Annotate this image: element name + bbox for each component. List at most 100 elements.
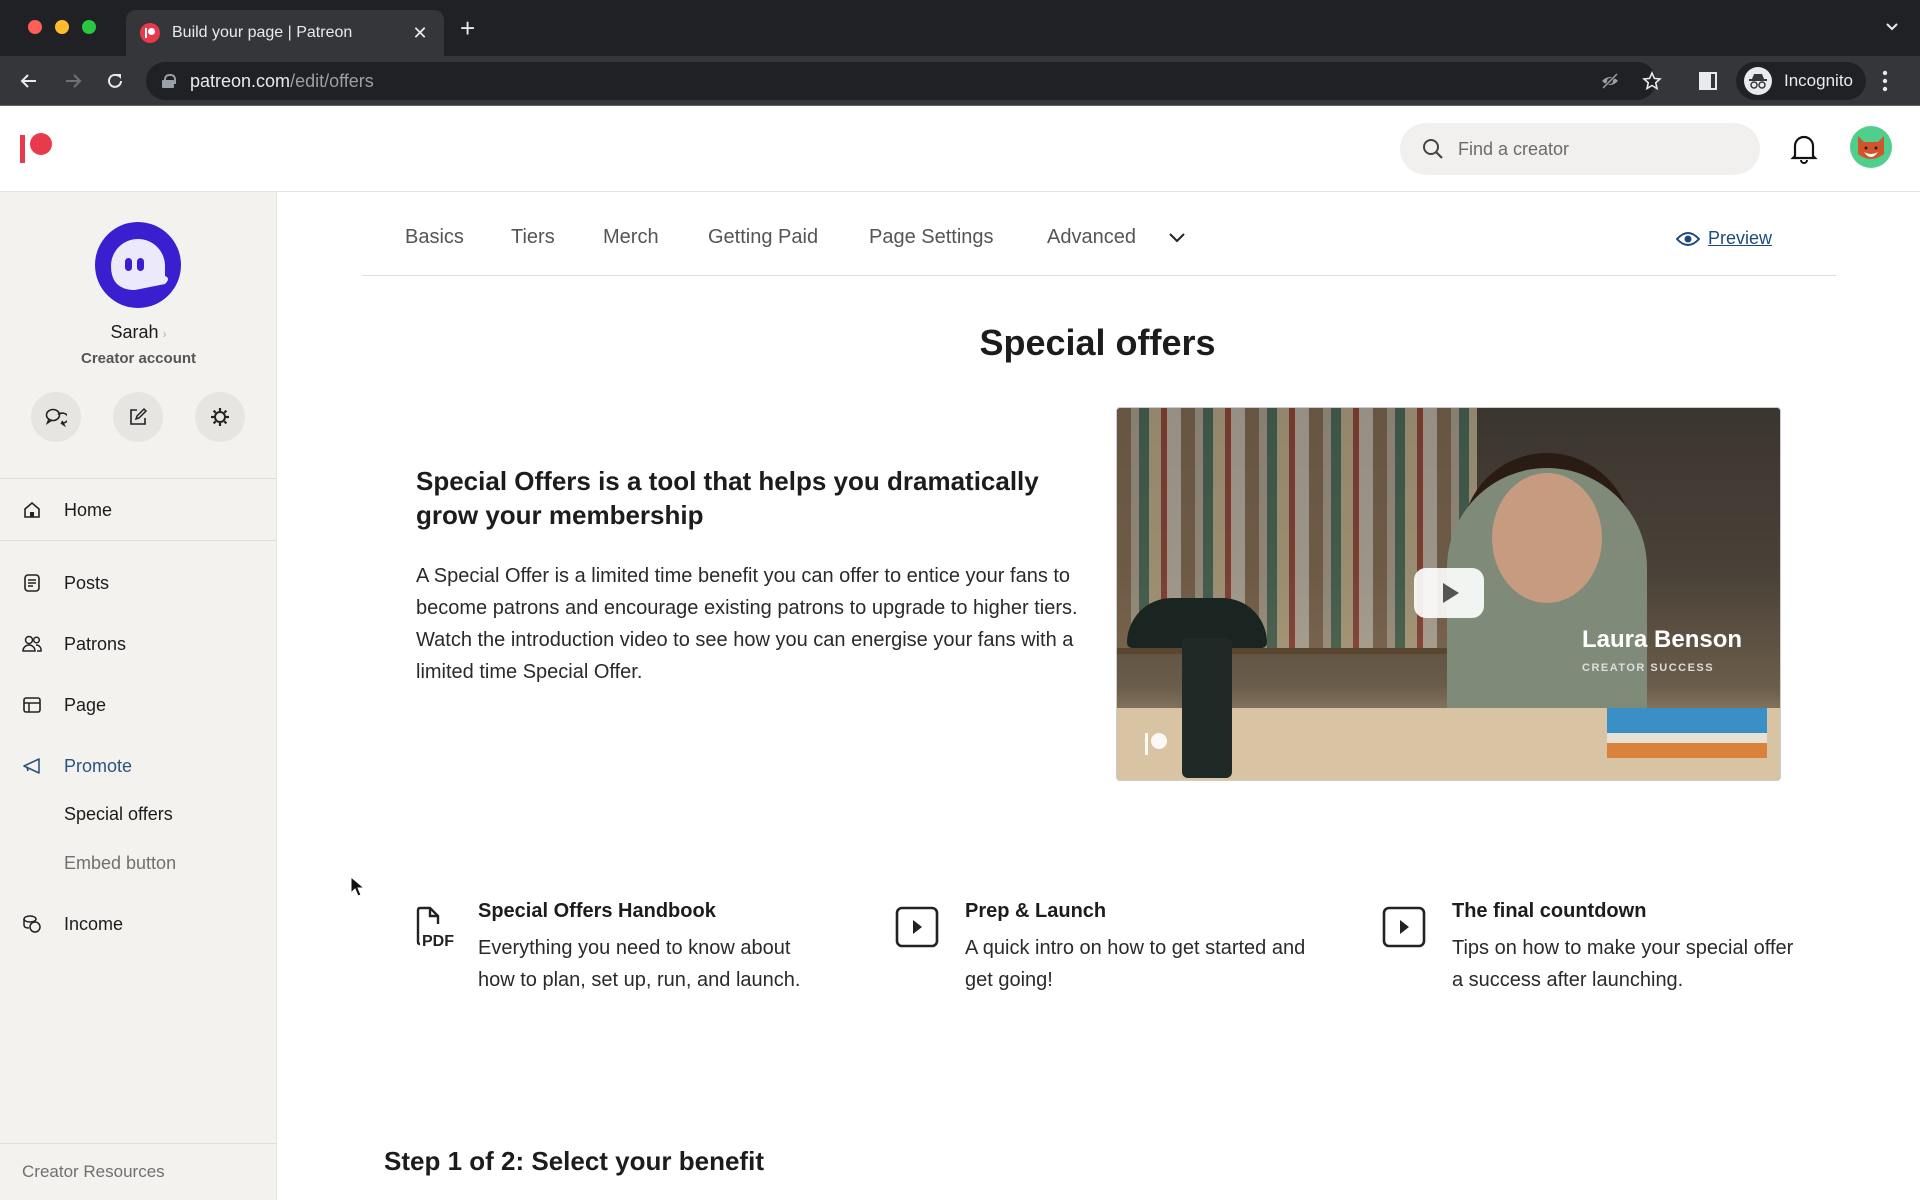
sidebar-divider [0,1143,277,1144]
arrow-right-icon [66,74,82,88]
sidebar-item-label: Patrons [64,633,127,654]
page-title: Special offers [979,322,1216,363]
page-layout-icon [22,695,42,715]
search-input[interactable] [1458,138,1738,160]
creator-resources-link[interactable]: Creator Resources [22,1162,165,1182]
intro-heading: Special Offers is a tool that helps you … [416,466,1039,530]
url-host: patreon.com [190,70,291,91]
page-editor-tabs: Basics Tiers Merch Getting Paid Page Set… [362,192,1836,276]
chevron-down-icon[interactable] [1168,232,1186,244]
bookmark-star-icon[interactable] [1642,71,1662,91]
sidebar-item-patrons[interactable]: Patrons [0,624,277,664]
arrow-left-icon [20,74,36,88]
sidebar-item-promote[interactable]: Promote [0,746,277,786]
eye-slash-icon[interactable] [1600,71,1620,91]
reload-button[interactable] [102,68,128,94]
video-play-icon [895,906,939,948]
tab-basics[interactable]: Basics [405,226,464,249]
create-post-button[interactable] [113,392,163,442]
tab-advanced[interactable]: Advanced [1047,226,1136,249]
resource-title: Prep & Launch [965,900,1107,922]
minimize-window-button[interactable] [55,20,69,34]
close-tab-button[interactable]: ✕ [410,23,430,44]
new-tab-button[interactable]: + [460,15,475,41]
browser-menu-icon[interactable] [1882,70,1888,92]
video-frame-shelf [1117,648,1477,654]
video-play-icon [1382,906,1426,948]
patreon-logo[interactable] [20,133,56,163]
settings-button[interactable] [195,392,245,442]
patrons-icon [22,634,42,654]
resource-description: A quick intro on how to get started and … [965,937,1306,991]
tab-getting-paid[interactable]: Getting Paid [708,226,818,249]
eye-icon [1676,231,1700,246]
tab-title: Build your page | Patreon [172,24,353,41]
coins-icon [22,914,42,934]
tab-merch[interactable]: Merch [603,226,659,249]
megaphone-icon [22,756,42,776]
svg-text:PDF: PDF [422,933,454,950]
sidebar-subitem-special-offers[interactable]: Special offers [64,804,173,825]
messages-button[interactable] [31,392,81,442]
logo-bar [20,135,25,163]
forward-button[interactable] [60,68,86,94]
sidebar-item-label: Posts [64,572,110,593]
sidebar-item-label: Income [64,913,124,934]
home-icon [22,500,42,520]
sidebar-item-page[interactable]: Page [0,685,277,725]
app-header [0,106,1920,192]
tab-page-settings[interactable]: Page Settings [869,226,994,249]
incognito-icon [1744,67,1772,95]
sidebar-item-label: Page [64,694,107,715]
sidebar-item-label: Promote [64,755,133,776]
url-path: /edit/offers [290,70,374,91]
video-frame-books [1607,708,1767,758]
resource-title: The final countdown [1452,900,1647,922]
video-presenter-role: CREATOR SUCCESS [1582,662,1715,674]
browser-titlebar: Build your page | Patreon ✕ + [0,0,1920,56]
side-panel-icon[interactable] [1698,71,1718,91]
play-icon [1443,583,1459,603]
incognito-label: Incognito [1784,71,1853,90]
video-frame-lamp [1182,638,1232,778]
preview-link[interactable]: Preview [1676,228,1772,249]
resource-description: Everything you need to know about how to… [478,937,801,991]
user-avatar[interactable] [1850,126,1892,168]
browser-tab-active[interactable]: Build your page | Patreon ✕ [126,10,444,56]
sidebar-divider [0,478,277,479]
resource-description: Tips on how to make your special offer a… [1452,937,1794,991]
incognito-profile-button[interactable]: Incognito [1736,62,1866,100]
sidebar-item-label: Home [64,499,113,520]
search-bar[interactable] [1400,123,1760,175]
patreon-favicon-icon [140,23,160,43]
search-icon [1423,139,1443,159]
sidebar-item-posts[interactable]: Posts [0,563,277,603]
video-watermark-logo [1145,731,1175,757]
back-button[interactable] [16,68,42,94]
ghost-avatar-icon [111,239,168,290]
tab-tiers[interactable]: Tiers [511,226,555,249]
pdf-file-icon: PDF [416,906,454,950]
video-play-button[interactable] [1414,568,1484,618]
notifications-bell-icon[interactable] [1790,132,1818,164]
tab-search-chevron-icon[interactable] [1886,20,1898,32]
logo-dot [30,133,52,155]
sidebar-subitem-embed-button[interactable]: Embed button [64,853,176,874]
posts-icon [22,573,42,593]
creator-avatar[interactable] [95,222,181,308]
maximize-window-button[interactable] [82,20,96,34]
intro-body: A Special Offer is a limited time benefi… [416,565,1078,683]
lock-icon [162,74,176,88]
step-title: Step 1 of 2: Select your benefit [384,1146,764,1176]
edit-icon [130,407,148,425]
sidebar-divider [0,540,277,541]
sidebar-item-home[interactable]: Home [0,490,277,530]
settings-gear-icon [211,408,229,426]
intro-video-player[interactable]: Laura Benson CREATOR SUCCESS [1116,407,1781,781]
address-bar[interactable]: patreon.com/edit/offers [146,62,1662,100]
preview-label: Preview [1708,228,1773,248]
sidebar-item-income[interactable]: Income [0,904,277,944]
video-frame-face [1492,473,1602,603]
resource-title: Special Offers Handbook [478,900,716,922]
close-window-button[interactable] [28,20,42,34]
